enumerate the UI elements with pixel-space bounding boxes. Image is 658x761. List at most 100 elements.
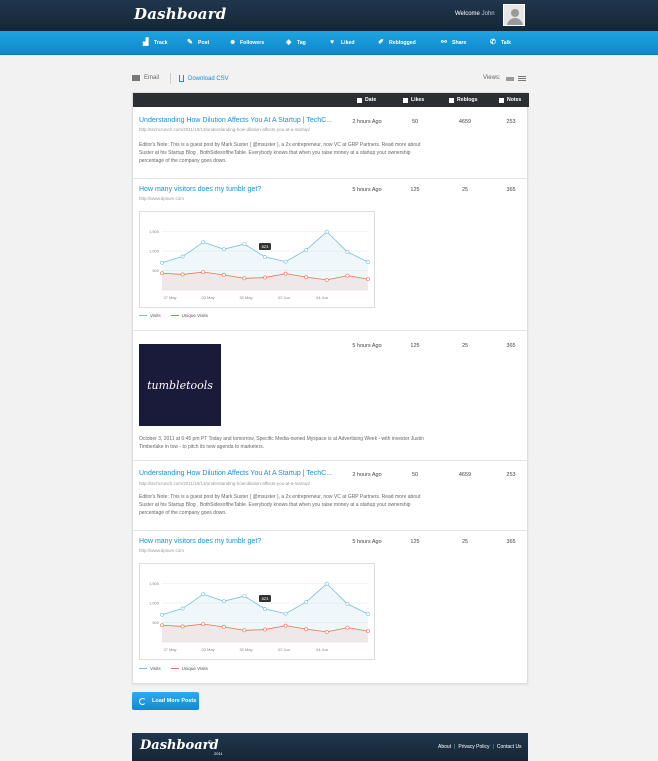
- data-point: [324, 629, 329, 634]
- notes-icon: [499, 97, 504, 103]
- data-point: [283, 623, 288, 628]
- nav-post[interactable]: ✎ Post: [187, 31, 209, 55]
- post-date: 2 hours Ago: [352, 472, 382, 478]
- legend-visits: Visits: [150, 313, 161, 318]
- pen-icon: ✎: [187, 39, 193, 46]
- envelope-icon: [132, 75, 140, 81]
- post-likes: 125: [410, 343, 420, 349]
- download-csv-button[interactable]: Download CSV: [179, 75, 229, 82]
- divider: |: [454, 744, 456, 750]
- legend-swatch: [139, 315, 147, 316]
- email-button[interactable]: Email: [132, 75, 159, 81]
- post-notes: 253: [506, 472, 516, 478]
- col-label: Notes: [507, 97, 522, 103]
- data-point: [345, 273, 350, 278]
- visits-chart: 1,500 1,000 500 27 May 03 May 30 May 02 Jun 04 …: [139, 211, 375, 308]
- data-point: [180, 624, 185, 629]
- table-row: tumbletools October 3, 2011 at 6:45 pm P…: [133, 331, 529, 461]
- col-label: Likes: [411, 97, 425, 103]
- col-likes[interactable]: Likes: [403, 97, 424, 103]
- data-point: [263, 627, 267, 632]
- logo[interactable]: Dashboard: [134, 5, 226, 23]
- nav-tag[interactable]: ◆ Tag: [286, 31, 306, 55]
- col-reblogs[interactable]: Reblogs: [449, 97, 477, 103]
- data-point: [304, 600, 309, 604]
- data-point: [304, 275, 309, 280]
- post-date: 2 hours Ago: [352, 119, 382, 125]
- y-tick-label: 1,500: [149, 581, 160, 586]
- post-likes: 125: [410, 187, 420, 193]
- post-url[interactable]: http://techcrunch.com/2011/10/13/underst…: [139, 127, 310, 132]
- data-point: [201, 622, 206, 627]
- x-tick-label: 27 May: [163, 295, 176, 300]
- x-tick-label: 03 May: [201, 647, 214, 652]
- nav-share[interactable]: ⚯ Share: [441, 31, 466, 55]
- data-point: [201, 240, 206, 245]
- post-date: 5 hours Ago: [352, 187, 382, 193]
- load-more-button[interactable]: Load More Posts: [132, 692, 199, 710]
- post-url[interactable]: http://www.tipsum.com: [139, 548, 184, 553]
- toolbar: Email Download CSV Views:: [132, 73, 528, 85]
- legend-swatch: [139, 668, 147, 669]
- post-reblogs: 25: [461, 187, 469, 193]
- post-excerpt: Editor's Note: This is a guest post by M…: [139, 494, 421, 516]
- copyright-symbol: ©: [208, 740, 212, 746]
- data-point: [180, 254, 185, 259]
- avatar[interactable]: [503, 4, 525, 26]
- post-url[interactable]: http://techcrunch.com/2011/10/13/underst…: [139, 481, 310, 486]
- footer-link-privacy[interactable]: Privacy Policy: [458, 744, 489, 750]
- chart-legend: Visits Unique Visits: [139, 666, 208, 671]
- tooltip-label: 823: [262, 596, 269, 601]
- x-tick-label: 04 Jun: [316, 295, 328, 300]
- footer-logo[interactable]: Dashboard: [140, 738, 219, 753]
- copyright-year: 2011: [214, 751, 223, 756]
- data-point: [201, 270, 206, 275]
- post-reblogs: 25: [461, 539, 469, 545]
- x-tick-label: 30 May: [239, 647, 252, 652]
- table-row: Understanding How Dilution Affects You A…: [133, 107, 529, 179]
- grid-view-icon[interactable]: [506, 77, 514, 81]
- post-likes: 50: [411, 119, 419, 125]
- data-point: [160, 271, 164, 276]
- nav-label: Reblogged: [389, 40, 416, 46]
- post-date: 5 hours Ago: [352, 539, 382, 545]
- footer-link-about[interactable]: About: [438, 744, 451, 750]
- footer-link-contact[interactable]: Contact Us: [497, 744, 522, 750]
- data-point: [283, 271, 288, 276]
- calendar-icon: [357, 97, 362, 103]
- list-view-icon[interactable]: [518, 76, 526, 77]
- nav-liked[interactable]: ♥ Liked: [330, 31, 355, 55]
- data-point: [263, 275, 267, 280]
- col-label: Reblogs: [457, 97, 478, 103]
- nav-followers[interactable]: ☻ Followers: [229, 31, 264, 55]
- post-notes: 365: [506, 343, 516, 349]
- data-point: [366, 612, 370, 616]
- legend-swatch: [170, 315, 179, 316]
- post-url[interactable]: http://www.tipsum.com: [139, 196, 184, 201]
- nav-talk[interactable]: ✆ Talk: [490, 31, 511, 55]
- nav-label: Talk: [501, 40, 511, 46]
- post-title[interactable]: How many visitors does my tumblr get?: [139, 538, 261, 545]
- legend-swatch: [170, 668, 179, 669]
- post-title[interactable]: Understanding How Dilution Affects You A…: [139, 470, 332, 477]
- top-header: Dashboard Welcome John: [0, 0, 658, 31]
- y-tick-label: 500: [152, 620, 159, 625]
- col-notes[interactable]: Notes: [499, 97, 521, 103]
- data-point: [180, 272, 185, 277]
- nav-reblogged[interactable]: ✐ Reblogged: [378, 31, 416, 55]
- nav-track[interactable]: ▟ Track: [143, 31, 168, 55]
- data-point: [242, 628, 247, 633]
- post-excerpt: October 3, 2011 at 6:45 pm PT Today and …: [139, 436, 424, 450]
- post-image[interactable]: tumbletools: [139, 344, 221, 426]
- col-date[interactable]: Date: [357, 97, 376, 103]
- legend-unique: Unique Visits: [181, 313, 208, 318]
- nav-label: Liked: [341, 40, 355, 46]
- post-notes: 365: [506, 539, 516, 545]
- post-title[interactable]: How many visitors does my tumblr get?: [139, 186, 261, 193]
- post-title[interactable]: Understanding How Dilution Affects You A…: [139, 117, 332, 124]
- visits-chart-svg: 1,500 1,000 500 27 May 03 May 30 May 02 Jun 04 …: [149, 229, 370, 300]
- user-name[interactable]: John: [482, 11, 495, 17]
- data-point: [366, 260, 370, 264]
- post-excerpt: Editor's Note: This is a guest post by M…: [139, 142, 421, 164]
- visits-chart: 1,500 1,000 500 27 May 03 May 30 May 02 Jun 04 …: [139, 563, 375, 660]
